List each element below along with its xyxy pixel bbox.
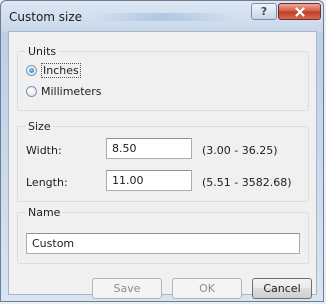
width-input[interactable]: [106, 138, 192, 159]
name-group: Name: [17, 206, 309, 264]
size-group: Size Width: (3.00 - 36.25) Length: (5.51…: [17, 120, 309, 202]
inches-radio-button[interactable]: [26, 65, 37, 76]
title-bar[interactable]: Custom size ?: [1, 1, 323, 31]
inches-label: Inches: [41, 63, 81, 78]
size-group-label: Size: [26, 120, 53, 133]
name-input[interactable]: [26, 233, 300, 254]
help-button[interactable]: ?: [251, 3, 277, 20]
radio-millimeters[interactable]: Millimeters: [26, 85, 102, 98]
dialog-title: Custom size: [9, 10, 83, 24]
millimeters-label: Millimeters: [41, 85, 102, 98]
units-group-label: Units: [26, 45, 59, 58]
width-label: Width:: [26, 144, 62, 157]
radio-inches[interactable]: Inches: [26, 63, 81, 78]
save-button[interactable]: Save: [92, 278, 162, 299]
millimeters-radio-button[interactable]: [26, 86, 37, 97]
cancel-button[interactable]: Cancel: [252, 278, 312, 299]
length-input[interactable]: [106, 170, 192, 191]
close-button[interactable]: [278, 3, 321, 20]
width-range: (3.00 - 36.25): [202, 144, 278, 157]
title-bar-background: [93, 13, 233, 21]
length-label: Length:: [26, 176, 68, 189]
name-group-label: Name: [26, 206, 63, 219]
ok-button[interactable]: OK: [172, 278, 242, 299]
units-group: Units Inches Millimeters: [17, 45, 309, 111]
question-mark-icon: ?: [260, 5, 268, 18]
length-range: (5.51 - 3582.68): [202, 176, 292, 189]
close-icon: [294, 6, 305, 17]
dialog-body: Units Inches Millimeters Size Width: (3.…: [8, 31, 317, 299]
custom-size-dialog: Custom size ? Units Inches Millimeters S…: [0, 0, 324, 302]
